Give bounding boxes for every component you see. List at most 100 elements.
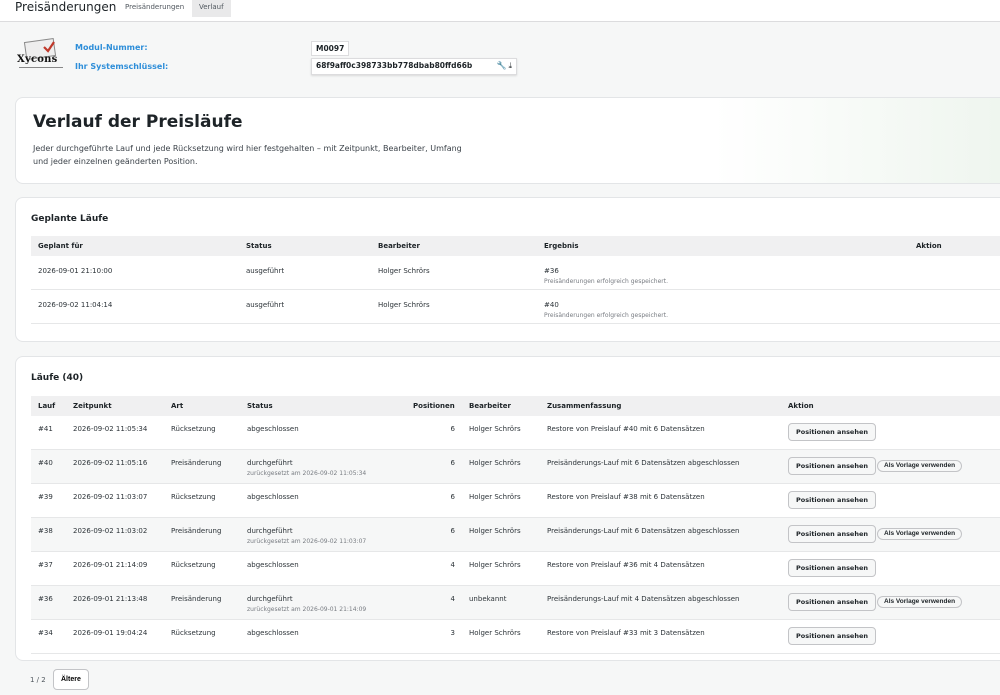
run-time: 2026-09-02 11:03:02: [73, 527, 148, 535]
run-id: #40: [38, 459, 53, 467]
run-status: durchgeführt: [247, 595, 293, 603]
run-id: #41: [38, 425, 53, 433]
run-positions: 6: [450, 493, 455, 501]
run-editor: unbekannt: [469, 595, 507, 603]
table-row: 2026-09-02 11:04:14 ausgeführt Holger Sc…: [31, 290, 1000, 324]
run-time: 2026-09-01 21:14:09: [73, 561, 148, 569]
col-zeitpunkt: Zeitpunkt: [73, 402, 112, 410]
run-status: abgeschlossen: [247, 629, 299, 637]
view-positions-button[interactable]: Positionen ansehen: [788, 457, 877, 475]
col-positionen: Positionen: [413, 402, 455, 410]
system-key-value: 68f9aff0c398733bb778dbab80ffd66b: [316, 61, 473, 70]
run-status: durchgeführt: [247, 459, 293, 467]
col-ergebnis: Ergebnis: [544, 242, 579, 250]
run-positions: 3: [450, 629, 455, 637]
col-bearbeiter: Bearbeiter: [378, 242, 420, 250]
run-type: Rücksetzung: [171, 629, 216, 637]
download-icon[interactable]: ⤓: [508, 61, 512, 70]
col-status: Status: [247, 402, 273, 410]
run-type: Preisänderung: [171, 459, 222, 467]
run-status-note: zurückgesetzt am 2026-09-02 11:05:34: [247, 470, 367, 477]
run-status: abgeschlossen: [247, 561, 299, 569]
system-key-label: Ihr Systemschlüssel:: [75, 62, 169, 71]
table-row: #36 2026-09-01 21:13:48 Preisänderung durch…: [31, 586, 1000, 620]
page-description: Jeder durchgeführte Lauf und jede Rückse…: [33, 144, 462, 166]
system-key-field: 68f9aff0c398733bb778dbab80ffd66b 🔧 ⤓: [311, 58, 517, 75]
run-editor: Holger Schrörs: [469, 493, 521, 501]
col-status: Status: [246, 242, 272, 250]
run-id: #38: [38, 527, 53, 535]
run-editor: Holger Schrörs: [469, 425, 521, 433]
app-title: Preisänderungen: [15, 0, 117, 14]
run-id: #39: [38, 493, 53, 501]
run-status: abgeschlossen: [247, 493, 299, 501]
module-number-value: M0097: [311, 41, 350, 56]
run-summary: Restore von Preislauf #33 mit 3 Datensät…: [547, 629, 705, 637]
runs-table-header: Lauf Zeitpunkt Art Status Positionen Bea…: [31, 396, 1000, 416]
page-title: Verlauf der Preisläufe: [33, 112, 243, 132]
run-time: 2026-09-02 11:03:07: [73, 493, 148, 501]
use-as-template-button[interactable]: Als Vorlage verwenden: [877, 596, 963, 608]
col-art: Art: [171, 402, 184, 410]
run-positions: 6: [450, 459, 455, 467]
run-type: Preisänderung: [171, 527, 222, 535]
run-positions: 6: [450, 527, 455, 535]
module-number-label: Modul-Nummer:: [75, 43, 148, 52]
col-lauf: Lauf: [38, 402, 56, 410]
col-geplant-fuer: Geplant für: [38, 242, 83, 250]
table-row: #37 2026-09-01 21:14:09 Rücksetzung abgesch…: [31, 552, 1000, 586]
use-as-template-button[interactable]: Als Vorlage verwenden: [877, 528, 963, 540]
run-editor: Holger Schrörs: [469, 629, 521, 637]
tab-preisaenderungen[interactable]: Preisänderungen: [118, 0, 191, 17]
hero-card: Verlauf der Preisläufe Jeder durchgeführ…: [15, 97, 1000, 184]
tab-verlauf[interactable]: Verlauf: [192, 0, 231, 17]
run-positions: 4: [450, 561, 455, 569]
view-positions-button[interactable]: Positionen ansehen: [788, 525, 877, 543]
run-status: abgeschlossen: [247, 425, 299, 433]
view-positions-button[interactable]: Positionen ansehen: [788, 491, 877, 509]
table-row: 2026-09-01 21:10:00 ausgeführt Holger Sc…: [31, 256, 1000, 290]
run-time: 2026-09-02 11:05:16: [73, 459, 148, 467]
planned-runs-title: Geplante Läufe: [31, 214, 109, 224]
run-type: Preisänderung: [171, 595, 222, 603]
pagination-status: 1 / 2: [30, 676, 46, 684]
view-positions-button[interactable]: Positionen ansehen: [788, 627, 877, 645]
col-bearbeiter: Bearbeiter: [469, 402, 511, 410]
run-summary: Restore von Preislauf #40 mit 6 Datensät…: [547, 425, 705, 433]
view-positions-button[interactable]: Positionen ansehen: [788, 423, 877, 441]
planned-table-header: Geplant für Status Bearbeiter Ergebnis A…: [31, 236, 1000, 256]
run-time: 2026-09-01 21:13:48: [73, 595, 148, 603]
use-as-template-button[interactable]: Als Vorlage verwenden: [877, 460, 963, 472]
runs-card: Läufe (40) Lauf Zeitpunkt Art Status Pos…: [15, 356, 1000, 661]
run-editor: Holger Schrörs: [469, 527, 521, 535]
run-summary: Restore von Preislauf #36 mit 4 Datensät…: [547, 561, 705, 569]
run-id: #34: [38, 629, 53, 637]
view-positions-button[interactable]: Positionen ansehen: [788, 559, 877, 577]
wrench-icon[interactable]: 🔧: [496, 61, 506, 70]
run-type: Rücksetzung: [171, 561, 216, 569]
table-row: #39 2026-09-02 11:03:07 Rücksetzung abgesch…: [31, 484, 1000, 518]
run-time: 2026-09-01 19:04:24: [73, 629, 148, 637]
run-time: 2026-09-02 11:05:34: [73, 425, 148, 433]
run-type: Rücksetzung: [171, 493, 216, 501]
older-button[interactable]: Ältere: [53, 669, 89, 690]
col-zusammenfassung: Zusammenfassung: [547, 402, 622, 410]
run-editor: Holger Schrörs: [469, 561, 521, 569]
logo-check-icon: [43, 41, 55, 53]
view-positions-button[interactable]: Positionen ansehen: [788, 593, 877, 611]
run-status-note: zurückgesetzt am 2026-09-01 21:14:09: [247, 606, 367, 613]
table-row: #40 2026-09-02 11:05:16 Preisänderung durch…: [31, 450, 1000, 484]
run-type: Rücksetzung: [171, 425, 216, 433]
run-editor: Holger Schrörs: [469, 459, 521, 467]
top-bar: Preisänderungen Preisänderungen Verlauf: [0, 0, 1000, 22]
run-status: durchgeführt: [247, 527, 293, 535]
table-row: #34 2026-09-01 19:04:24 Rücksetzung abgesch…: [31, 620, 1000, 654]
planned-runs-card: Geplante Läufe Geplant für Status Bearbe…: [15, 197, 1000, 342]
run-summary: Restore von Preislauf #38 mit 6 Datensät…: [547, 493, 705, 501]
col-aktion: Aktion: [916, 242, 942, 250]
logo-text: Xycons: [17, 54, 58, 65]
table-row: #38 2026-09-02 11:03:02 Preisänderung durch…: [31, 518, 1000, 552]
xycons-logo: Xycons: [17, 37, 65, 72]
run-positions: 4: [450, 595, 455, 603]
run-id: #37: [38, 561, 53, 569]
